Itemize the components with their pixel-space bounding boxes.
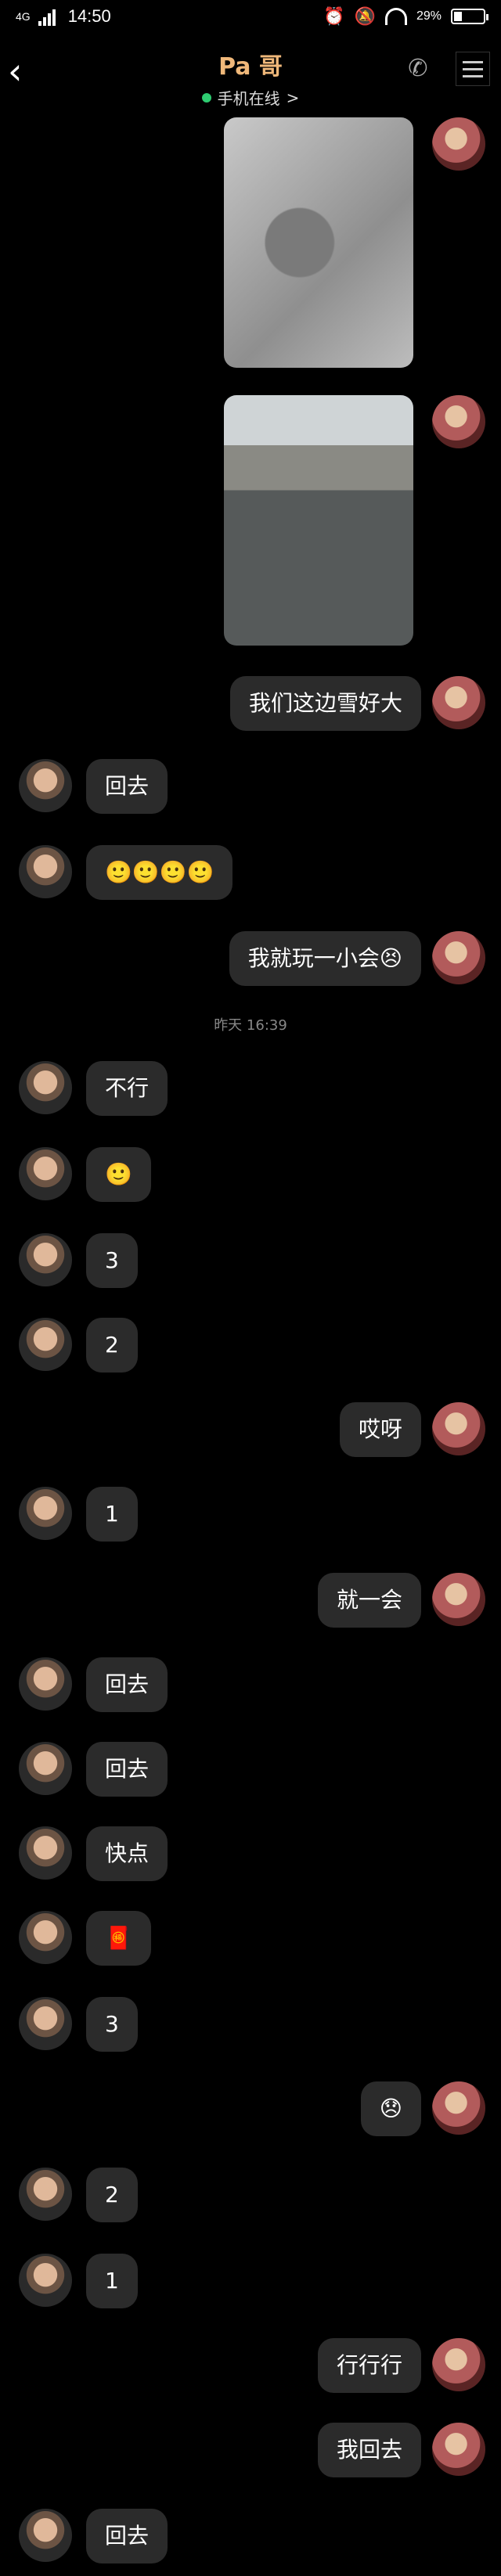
message-bubble[interactable]: 行行行: [317, 2338, 421, 2393]
avatar[interactable]: [432, 1573, 485, 1626]
mute-icon: 🔕: [354, 6, 376, 26]
signal-icon: [38, 7, 60, 26]
avatar[interactable]: [19, 1657, 72, 1711]
clock-time: 14:50: [67, 6, 111, 26]
message-bubble[interactable]: 我就玩一小会😣: [229, 931, 421, 986]
avatar[interactable]: [19, 1826, 72, 1880]
message-bubble[interactable]: 🙂: [86, 1147, 151, 1202]
avatar[interactable]: [19, 2509, 72, 2562]
message-bubble[interactable]: 1: [86, 2254, 138, 2308]
message-bubble[interactable]: 我们这边雪好大: [229, 676, 421, 731]
avatar[interactable]: [19, 1233, 72, 1286]
battery-icon: [451, 9, 488, 24]
message-bubble[interactable]: 回去: [86, 1742, 168, 1797]
menu-button[interactable]: [456, 52, 490, 86]
avatar[interactable]: [19, 1911, 72, 1964]
avatar[interactable]: [19, 1997, 72, 2050]
avatar[interactable]: [432, 2081, 485, 2135]
message-bubble[interactable]: 就一会: [317, 1573, 421, 1628]
avatar[interactable]: [432, 676, 485, 729]
avatar[interactable]: [432, 931, 485, 984]
message-bubble[interactable]: 我回去: [317, 2423, 421, 2477]
message-bubble[interactable]: 回去: [86, 1657, 168, 1712]
message-bubble[interactable]: 回去: [86, 2509, 168, 2563]
avatar[interactable]: [19, 1147, 72, 1200]
avatar[interactable]: [19, 1318, 72, 1371]
avatar[interactable]: [19, 1061, 72, 1114]
message-bubble[interactable]: 3: [86, 1233, 138, 1288]
message-bubble[interactable]: 回去: [86, 759, 168, 814]
message-bubble[interactable]: 😞: [360, 2081, 421, 2136]
phone-call-icon[interactable]: ✆: [402, 55, 434, 86]
message-bubble[interactable]: 2: [86, 2168, 138, 2222]
avatar[interactable]: [19, 845, 72, 898]
battery-fill: [454, 12, 462, 21]
avatar[interactable]: [432, 2338, 485, 2391]
message-bubble[interactable]: 🧧: [86, 1911, 151, 1966]
chevron-right-icon: >: [286, 88, 300, 107]
avatar[interactable]: [432, 1402, 485, 1455]
online-status: 手机在线: [217, 89, 280, 108]
avatar[interactable]: [432, 395, 485, 448]
status-bar: 4G 14:50 ⏰ 🔕 29%: [0, 0, 501, 34]
message-bubble[interactable]: 快点: [86, 1826, 168, 1881]
message-bubble[interactable]: 哎呀: [339, 1402, 421, 1457]
message-bubble[interactable]: 2: [86, 1318, 138, 1373]
avatar[interactable]: [19, 2254, 72, 2307]
message-bubble[interactable]: 不行: [86, 1061, 168, 1116]
network-label: 4G: [16, 10, 31, 23]
image-message[interactable]: [224, 117, 413, 368]
avatar[interactable]: [19, 759, 72, 812]
avatar[interactable]: [19, 1487, 72, 1540]
image-message[interactable]: [224, 395, 413, 646]
avatar[interactable]: [432, 117, 485, 171]
avatar[interactable]: [19, 1742, 72, 1795]
message-bubble[interactable]: 1: [86, 1487, 138, 1542]
message-bubble[interactable]: 🙂🙂🙂🙂: [86, 845, 233, 900]
online-dot-icon: [201, 92, 211, 103]
message-timestamp: 昨天 16:39: [214, 1017, 287, 1034]
message-bubble[interactable]: 3: [86, 1997, 138, 2052]
wifi-icon: [384, 8, 407, 25]
avatar[interactable]: [19, 2168, 72, 2221]
avatar[interactable]: [432, 2423, 485, 2476]
online-status-row[interactable]: 手机在线 >: [0, 86, 501, 109]
chat-header: ‹ Pa 哥 手机在线 > ✆: [0, 42, 501, 108]
alarm-icon: ⏰: [323, 6, 345, 26]
battery-percent: 29%: [416, 9, 442, 23]
